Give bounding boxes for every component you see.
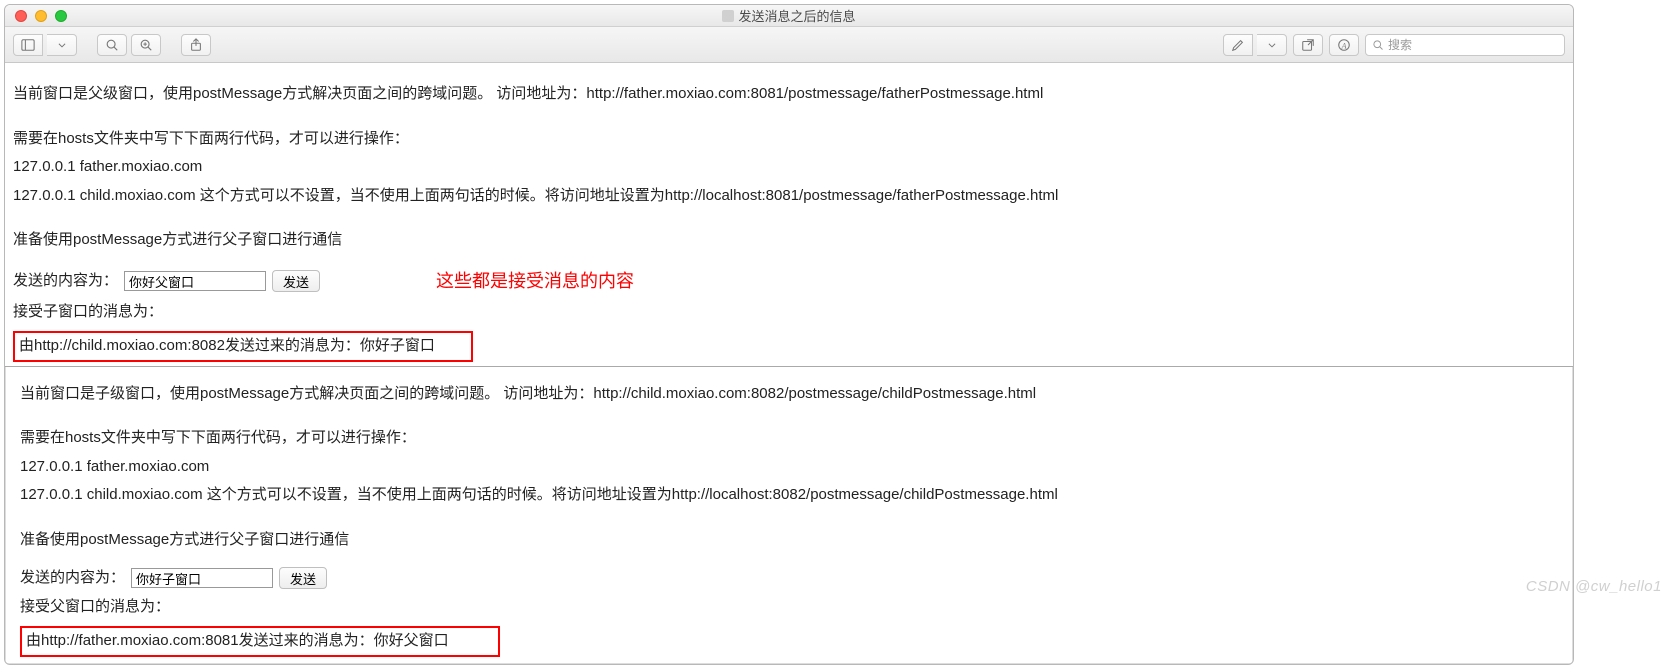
child-received-message: 由http://father.moxiao.com:8081发送过来的消息为：你… xyxy=(26,632,449,649)
father-hosts-note: 需要在hosts文件夹中写下下面两行代码，才可以进行操作： xyxy=(13,128,1565,151)
child-message-input[interactable] xyxy=(131,568,273,588)
share-button[interactable] xyxy=(181,34,211,56)
father-send-button[interactable]: 发送 xyxy=(272,270,320,292)
child-prepare: 准备使用postMessage方式进行父子窗口进行通信 xyxy=(20,529,1564,552)
child-frame: 当前窗口是子级窗口，使用postMessage方式解决页面之间的跨域问题。 访问… xyxy=(5,367,1573,664)
zoom-actual-button[interactable] xyxy=(97,34,127,56)
child-send-row: 发送的内容为： 发送 xyxy=(20,567,1564,590)
sidebar-toggle-button[interactable] xyxy=(13,34,43,56)
maximize-icon[interactable] xyxy=(55,10,67,22)
titlebar: 发送消息之后的信息 xyxy=(5,5,1573,27)
child-host2: 127.0.0.1 child.moxiao.com 这个方式可以不设置，当不使… xyxy=(20,484,1564,507)
toolbar: A 搜索 xyxy=(5,27,1573,63)
info-circle-icon: A xyxy=(1337,38,1351,52)
annotation-text: 这些都是接受消息的内容 xyxy=(436,268,634,295)
minimize-icon[interactable] xyxy=(35,10,47,22)
child-host1: 127.0.0.1 father.moxiao.com xyxy=(20,456,1564,479)
page-favicon-icon xyxy=(722,10,734,22)
open-external-button[interactable] xyxy=(1293,34,1323,56)
father-intro: 当前窗口是父级窗口，使用postMessage方式解决页面之间的跨域问题。 访问… xyxy=(13,83,1565,106)
search-icon xyxy=(1372,39,1384,51)
father-received-message: 由http://child.moxiao.com:8082发送过来的消息为：你好… xyxy=(19,337,435,354)
zoom-in-button[interactable] xyxy=(131,34,161,56)
father-send-row: 发送的内容为： 发送 这些都是接受消息的内容 xyxy=(13,268,1565,295)
sidebar-icon xyxy=(21,38,35,52)
chevron-down-icon xyxy=(1267,38,1277,52)
child-send-button[interactable]: 发送 xyxy=(279,567,327,589)
close-icon[interactable] xyxy=(15,10,27,22)
edit-menu-button[interactable] xyxy=(1257,34,1287,56)
father-received-highlight: 由http://child.moxiao.com:8082发送过来的消息为：你好… xyxy=(13,331,473,362)
magnifier-icon xyxy=(105,38,119,52)
father-prepare: 准备使用postMessage方式进行父子窗口进行通信 xyxy=(13,229,1565,252)
child-send-label: 发送的内容为： xyxy=(20,567,125,590)
info-button[interactable]: A xyxy=(1329,34,1359,56)
browser-window: 发送消息之后的信息 xyxy=(4,4,1574,665)
window-title: 发送消息之后的信息 xyxy=(738,6,855,25)
father-send-label: 发送的内容为： xyxy=(13,270,118,293)
child-hosts-note: 需要在hosts文件夹中写下下面两行代码，才可以进行操作： xyxy=(20,427,1564,450)
watermark: CSDN @cw_hello1 xyxy=(1526,578,1662,595)
share-icon xyxy=(189,38,203,52)
window-title-wrap: 发送消息之后的信息 xyxy=(5,5,1573,26)
chevron-down-icon xyxy=(57,38,67,52)
page-body: 当前窗口是父级窗口，使用postMessage方式解决页面之间的跨域问题。 访问… xyxy=(5,63,1573,664)
edit-button[interactable] xyxy=(1223,34,1253,56)
svg-text:A: A xyxy=(1341,41,1347,50)
traffic-lights xyxy=(5,10,67,22)
father-recv-label: 接受子窗口的消息为： xyxy=(13,301,1565,324)
search-field[interactable]: 搜索 xyxy=(1365,34,1565,56)
open-external-icon xyxy=(1301,38,1315,52)
child-received-highlight: 由http://father.moxiao.com:8081发送过来的消息为：你… xyxy=(20,626,500,657)
father-message-input[interactable] xyxy=(124,271,266,291)
father-host2: 127.0.0.1 child.moxiao.com 这个方式可以不设置，当不使… xyxy=(13,185,1565,208)
magnifier-plus-icon xyxy=(139,38,153,52)
child-intro: 当前窗口是子级窗口，使用postMessage方式解决页面之间的跨域问题。 访问… xyxy=(20,383,1564,406)
sidebar-menu-button[interactable] xyxy=(47,34,77,56)
child-recv-label: 接受父窗口的消息为： xyxy=(20,596,1564,619)
search-placeholder: 搜索 xyxy=(1388,36,1412,53)
father-host1: 127.0.0.1 father.moxiao.com xyxy=(13,156,1565,179)
pencil-icon xyxy=(1231,38,1245,52)
